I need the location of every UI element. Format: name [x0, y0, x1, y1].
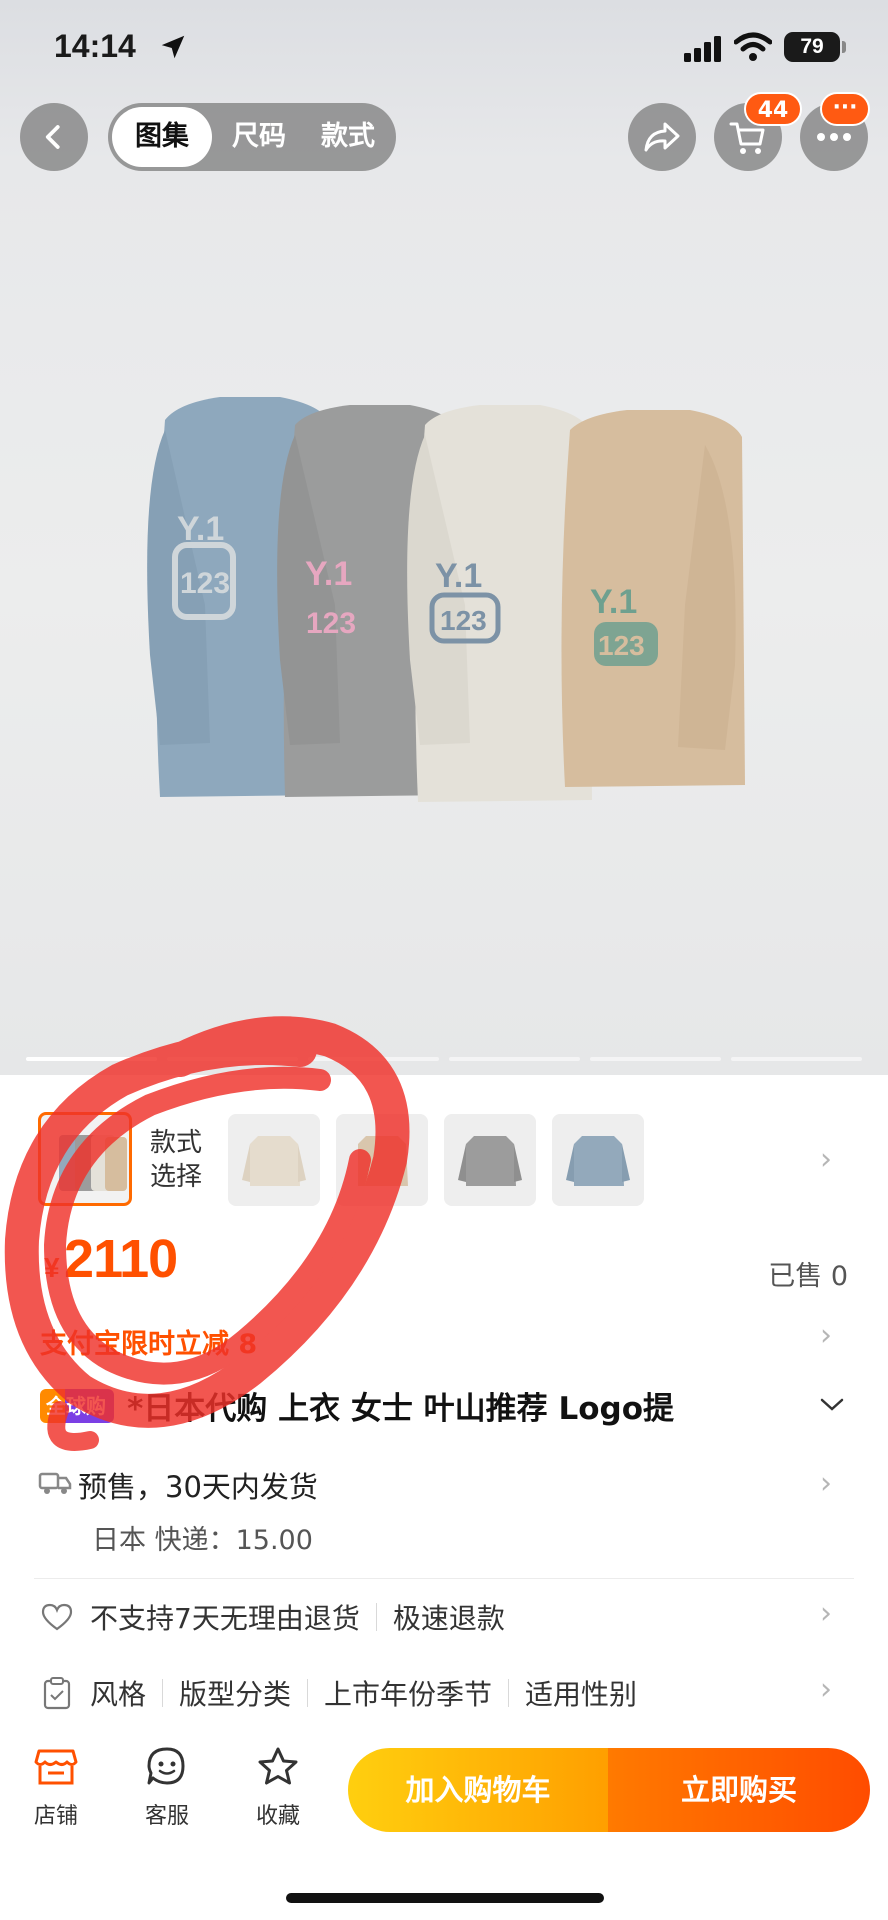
cart-count-badge: 44 — [744, 92, 802, 126]
location-arrow-icon — [161, 35, 185, 59]
customer-service-tab[interactable]: 客服 — [127, 1742, 207, 1830]
style-thumb-tan[interactable] — [336, 1114, 428, 1206]
global-purchase-tag: 全球购 — [40, 1388, 114, 1423]
style-thumb-blue[interactable] — [552, 1114, 644, 1206]
tab-style[interactable]: 款式 — [308, 103, 388, 171]
shirt-thumb-image — [458, 1136, 522, 1186]
progress-segment — [731, 1057, 862, 1061]
battery-indicator: 79 — [784, 32, 840, 62]
product-title: *日本代购 上衣 女士 叶山推荐 Logo提 — [127, 1391, 675, 1427]
promo-text: 支付宝限时立减 8 — [40, 1329, 258, 1360]
progress-segment — [167, 1057, 298, 1061]
shirt-thumb-image — [358, 1136, 408, 1186]
top-navbar: 图集 尺码 款式 44 ··· — [0, 92, 888, 172]
product-photo[interactable]: Y.1 123 Y.1 123 Y.1 123 Y.1 123 — [0, 185, 888, 1065]
chat-face-icon — [127, 1742, 207, 1792]
chevron-left-icon — [45, 125, 60, 149]
heart-icon — [40, 1600, 74, 1634]
shirt-thumb-image — [242, 1136, 306, 1186]
svg-text:123: 123 — [180, 567, 230, 600]
no-return-text: 不支持7天无理由退货 — [90, 1602, 360, 1635]
shipping-origin-fee: 日本 快递：15.00 — [92, 1525, 313, 1556]
shirt-thumb-image — [59, 1135, 127, 1191]
tab-gallery[interactable]: 图集 — [112, 107, 212, 167]
more-dots-icon — [817, 133, 851, 141]
gallery-tab-switcher: 图集 尺码 款式 — [108, 103, 396, 171]
shirt-beige: Y.1 123 — [561, 410, 745, 787]
favorite-label: 收藏 — [255, 1804, 300, 1829]
share-icon — [644, 122, 680, 152]
chevron-right-icon[interactable]: › — [820, 1596, 832, 1631]
add-to-cart-button[interactable]: 加入购物车 — [348, 1748, 608, 1832]
chevron-right-icon[interactable]: › — [820, 1142, 832, 1177]
svg-text:Y.1: Y.1 — [177, 510, 224, 548]
chevron-right-icon[interactable]: › — [820, 1466, 832, 1501]
progress-segment — [590, 1057, 721, 1061]
param-season: 上市年份季节 — [324, 1678, 493, 1711]
separator — [508, 1679, 510, 1707]
svg-text:Y.1: Y.1 — [305, 555, 352, 593]
store-label: 店铺 — [33, 1804, 78, 1829]
product-gallery-hero: 14:14 79 图集 尺码 款式 44 ··· Y.1 123 Y.1 123… — [0, 0, 888, 1075]
tab-size[interactable]: 尺码 — [220, 103, 298, 171]
divider — [34, 1578, 854, 1579]
delivery-truck-icon — [38, 1472, 72, 1494]
separator — [375, 1603, 377, 1631]
progress-segment — [26, 1057, 157, 1061]
svg-text:123: 123 — [440, 605, 487, 636]
style-thumb-grey[interactable] — [444, 1114, 536, 1206]
clipboard-icon — [40, 1676, 74, 1710]
param-style: 风格 — [90, 1678, 147, 1711]
progress-segment — [308, 1057, 439, 1061]
product-title-row: 全球购 *日本代购 上衣 女士 叶山推荐 Logo提 — [40, 1383, 780, 1427]
more-badge: ··· — [820, 92, 870, 126]
service-label: 客服 — [144, 1804, 189, 1829]
sold-count: 已售 0 — [768, 1261, 848, 1292]
star-icon — [238, 1742, 318, 1792]
wifi-icon — [734, 32, 772, 61]
svg-text:Y.1: Y.1 — [435, 557, 482, 595]
style-thumb-beige[interactable] — [228, 1114, 320, 1206]
separator — [162, 1679, 164, 1707]
price: ¥ 2110 — [44, 1228, 178, 1290]
service-guarantee-row[interactable]: 不支持7天无理由退货 极速退款 — [40, 1595, 505, 1639]
param-fit: 版型分类 — [179, 1678, 292, 1711]
fast-refund-text: 极速退款 — [392, 1602, 505, 1635]
back-button[interactable] — [20, 103, 88, 171]
shipping-time: 预售，30天内发货 — [78, 1470, 318, 1504]
buy-now-button[interactable]: 立即购买 — [608, 1748, 870, 1832]
home-indicator — [286, 1893, 604, 1903]
svg-text:123: 123 — [598, 630, 645, 661]
progress-segment — [449, 1057, 580, 1061]
price-value: 2110 — [64, 1229, 178, 1289]
chevron-down-icon[interactable] — [818, 1394, 846, 1414]
param-gender: 适用性别 — [525, 1678, 638, 1711]
chevron-right-icon[interactable]: › — [820, 1672, 832, 1707]
product-params-row[interactable]: 风格 版型分类 上市年份季节 适用性别 — [40, 1671, 637, 1715]
store-icon — [16, 1742, 96, 1792]
svg-text:123: 123 — [306, 607, 356, 640]
share-button[interactable] — [628, 103, 696, 171]
status-bar: 14:14 79 — [0, 0, 888, 96]
separator — [307, 1679, 309, 1707]
chevron-right-icon[interactable]: › — [820, 1318, 832, 1353]
price-currency: ¥ — [44, 1252, 60, 1283]
cellular-signal-icon — [684, 36, 721, 62]
svg-text:Y.1: Y.1 — [590, 583, 637, 621]
style-thumb-selected[interactable] — [38, 1112, 132, 1206]
battery-tip — [842, 41, 846, 53]
store-tab[interactable]: 店铺 — [16, 1742, 96, 1830]
favorite-tab[interactable]: 收藏 — [238, 1742, 318, 1830]
shirt-thumb-image — [566, 1136, 630, 1186]
status-time: 14:14 — [54, 28, 136, 64]
style-select-label: 款式 选择 — [150, 1128, 203, 1192]
gallery-progress — [26, 1057, 862, 1061]
